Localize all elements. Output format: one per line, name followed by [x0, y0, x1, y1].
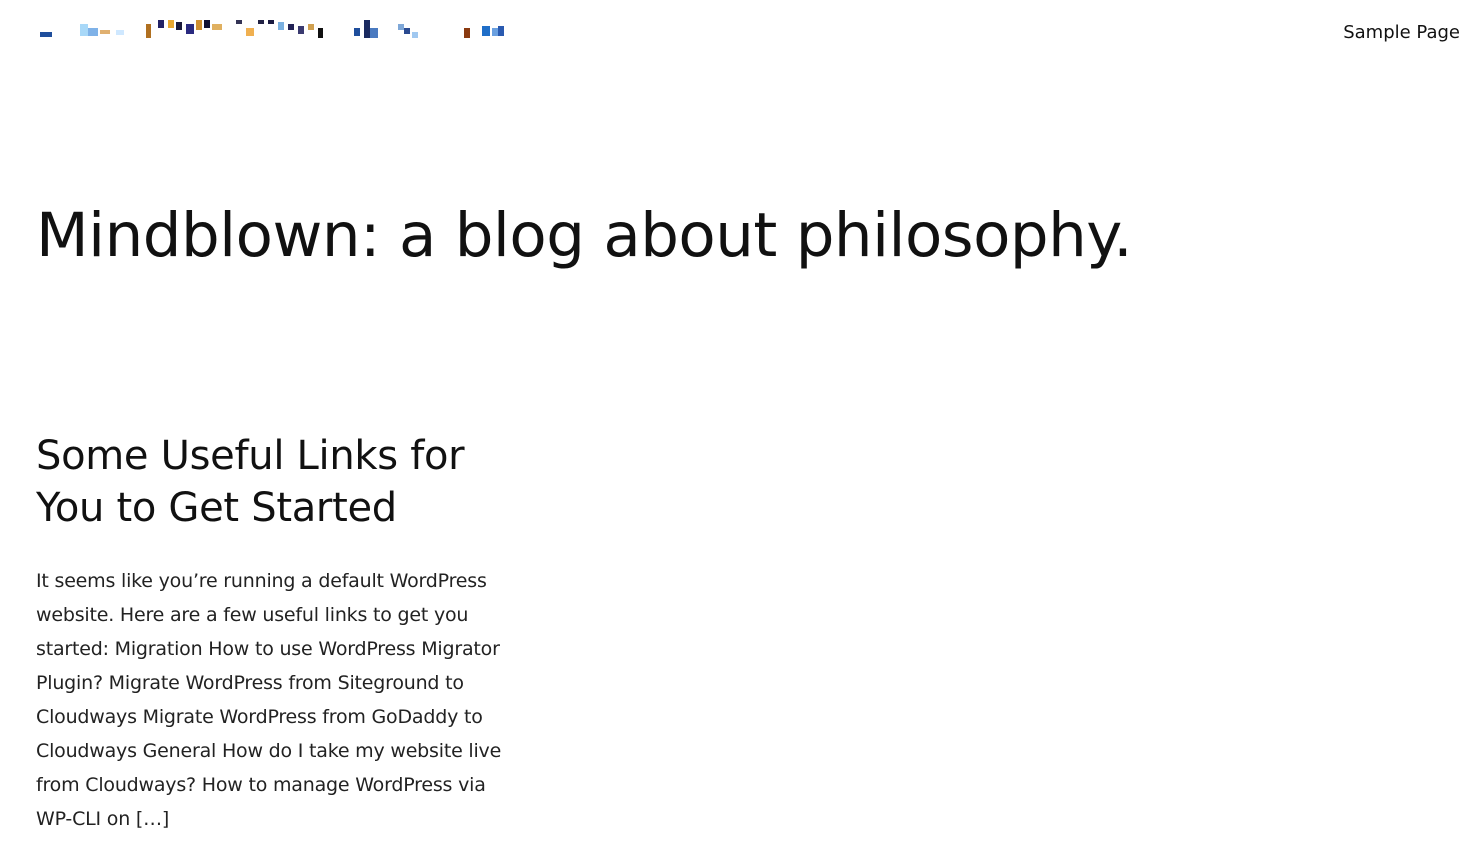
- site-logo-image: [40, 20, 504, 38]
- hero-title: Mindblown: a blog about philosophy.: [36, 200, 1133, 271]
- post-card: Some Useful Links for You to Get Started…: [36, 430, 506, 836]
- site-header: Sample Page: [0, 0, 1480, 70]
- nav-sample-page-link[interactable]: Sample Page: [1343, 22, 1460, 44]
- post-title-link[interactable]: Some Useful Links for You to Get Started: [36, 430, 506, 534]
- post-excerpt: It seems like you’re running a default W…: [36, 570, 502, 830]
- site-logo[interactable]: [40, 20, 510, 40]
